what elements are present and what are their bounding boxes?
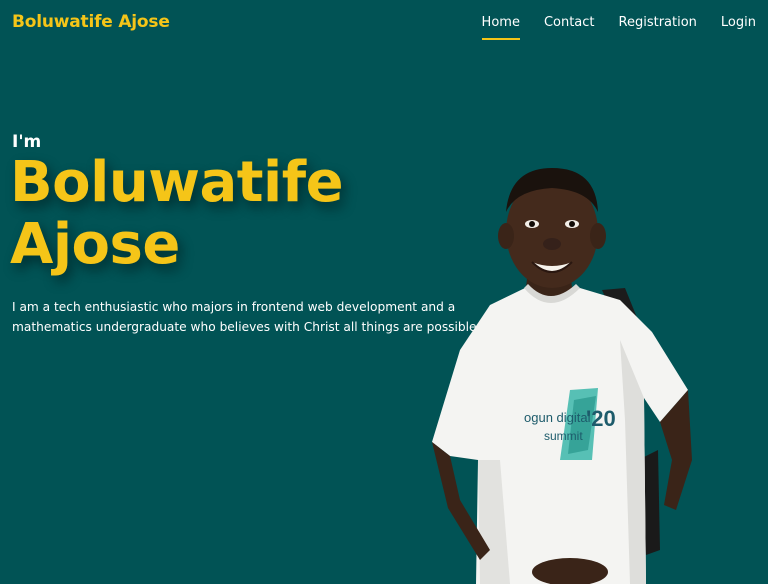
- hero-name-last: Ajose: [10, 212, 180, 277]
- nav-link-contact[interactable]: Contact: [544, 15, 595, 30]
- hero-intro: I'm: [12, 132, 42, 152]
- nav-link-registration[interactable]: Registration: [619, 15, 697, 30]
- nav-link-home[interactable]: Home: [481, 15, 521, 40]
- shirt-text-2: summit: [544, 429, 583, 443]
- nav-links: Home Contact Registration Login: [481, 15, 756, 40]
- hero-name-first: Boluwatife: [10, 150, 344, 215]
- shirt-text-1: ogun digital: [524, 410, 591, 425]
- portrait-photo: ogun digital summit '20: [432, 168, 692, 584]
- nav-link-login[interactable]: Login: [721, 15, 756, 30]
- shirt-text-3: '20: [586, 406, 616, 431]
- page: Boluwatife Ajose Home Contact Registrati…: [0, 0, 768, 584]
- hero-name: Boluwatife Ajose: [10, 150, 344, 277]
- navbar: Boluwatife Ajose Home Contact Registrati…: [0, 0, 768, 48]
- brand-logo-text[interactable]: Boluwatife Ajose: [12, 12, 170, 32]
